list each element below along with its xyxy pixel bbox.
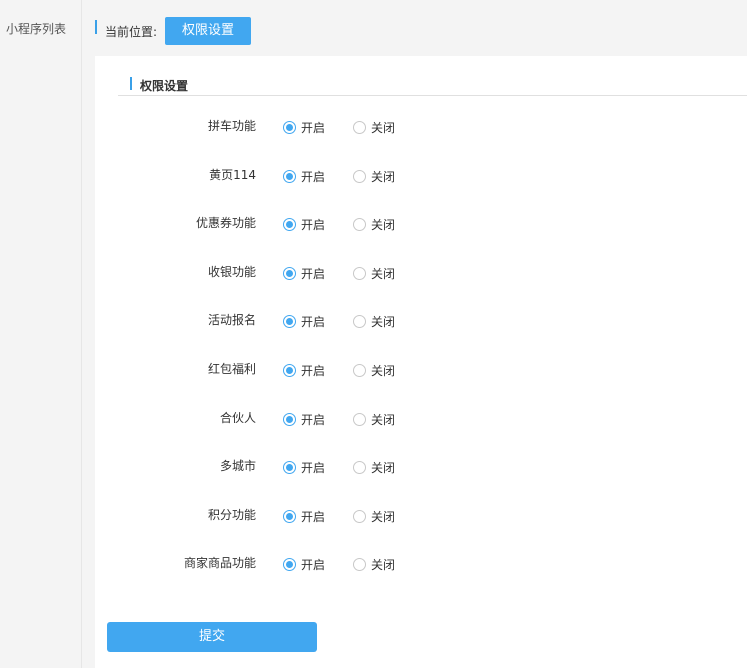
permission-row: 合伙人 开启 关闭 xyxy=(95,409,747,429)
radio-on-icon[interactable] xyxy=(283,218,296,231)
radio-on-label: 开启 xyxy=(301,170,326,184)
main-content: 当前位置: 权限设置 权限设置 拼车功能 开启 关闭 黄页114 开启 关闭 优惠券功能 开启… xyxy=(83,0,747,668)
radio-option-off[interactable]: 关闭 xyxy=(353,362,395,379)
radio-option-on[interactable]: 开启 xyxy=(283,168,325,185)
section-title: 权限设置 xyxy=(140,79,189,93)
radio-on-icon[interactable] xyxy=(283,510,296,523)
radio-on-icon[interactable] xyxy=(283,121,296,134)
radio-on-label: 开启 xyxy=(301,267,326,281)
submit-button[interactable]: 提交 xyxy=(107,622,317,652)
permission-label: 合伙人 xyxy=(219,411,256,425)
radio-on-label: 开启 xyxy=(301,121,326,135)
radio-on-icon[interactable] xyxy=(283,413,296,426)
radio-on-icon[interactable] xyxy=(283,558,296,571)
sidebar-item-mini-program-list[interactable]: 小程序列表 xyxy=(6,20,66,37)
radio-off-label: 关闭 xyxy=(371,364,396,378)
permission-row: 收银功能 开启 关闭 xyxy=(95,263,747,283)
radio-option-on[interactable]: 开启 xyxy=(283,556,325,573)
radio-off-icon[interactable] xyxy=(353,461,366,474)
radio-off-label: 关闭 xyxy=(371,558,396,572)
radio-option-off[interactable]: 关闭 xyxy=(353,168,395,185)
settings-panel: 权限设置 拼车功能 开启 关闭 黄页114 开启 关闭 优惠券功能 开启 关闭 收银功能 开启 关闭活… xyxy=(95,56,747,668)
permission-row: 拼车功能 开启 关闭 xyxy=(95,117,747,137)
radio-off-icon[interactable] xyxy=(353,267,366,280)
breadcrumb: 当前位置: 权限设置 xyxy=(95,17,252,45)
radio-option-on[interactable]: 开启 xyxy=(283,508,325,525)
radio-off-icon[interactable] xyxy=(353,413,366,426)
radio-off-label: 关闭 xyxy=(371,267,396,281)
radio-option-on[interactable]: 开启 xyxy=(283,411,325,428)
radio-off-label: 关闭 xyxy=(371,413,396,427)
breadcrumb-label: 当前位置: xyxy=(105,24,158,39)
permission-label: 黄页114 xyxy=(209,168,256,182)
radio-off-label: 关闭 xyxy=(371,218,396,232)
radio-option-on[interactable]: 开启 xyxy=(283,265,325,282)
radio-on-icon[interactable] xyxy=(283,461,296,474)
radio-option-off[interactable]: 关闭 xyxy=(353,119,395,136)
radio-off-label: 关闭 xyxy=(371,121,396,135)
radio-option-on[interactable]: 开启 xyxy=(283,119,325,136)
radio-off-icon[interactable] xyxy=(353,315,366,328)
radio-on-label: 开启 xyxy=(301,315,326,329)
permission-row: 商家商品功能 开启 关闭 xyxy=(95,554,747,574)
permission-row: 优惠券功能 开启 关闭 xyxy=(95,214,747,234)
radio-off-icon[interactable] xyxy=(353,218,366,231)
radio-on-icon[interactable] xyxy=(283,315,296,328)
permission-row: 积分功能 开启 关闭 xyxy=(95,506,747,526)
permission-row: 黄页114 开启 关闭 xyxy=(95,166,747,186)
radio-off-label: 关闭 xyxy=(371,510,396,524)
radio-option-on[interactable]: 开启 xyxy=(283,362,325,379)
radio-option-off[interactable]: 关闭 xyxy=(353,313,395,330)
radio-off-label: 关闭 xyxy=(371,461,396,475)
radio-off-icon[interactable] xyxy=(353,364,366,377)
permission-row: 活动报名 开启 关闭 xyxy=(95,311,747,331)
permission-row: 多城市 开启 关闭 xyxy=(95,457,747,477)
radio-option-on[interactable]: 开启 xyxy=(283,216,325,233)
radio-option-off[interactable]: 关闭 xyxy=(353,216,395,233)
radio-on-icon[interactable] xyxy=(283,267,296,280)
permission-label: 拼车功能 xyxy=(207,119,256,133)
section-header: 权限设置 xyxy=(118,76,747,96)
radio-on-label: 开启 xyxy=(301,558,326,572)
radio-off-label: 关闭 xyxy=(371,315,396,329)
breadcrumb-accent-bar xyxy=(95,20,97,34)
radio-option-off[interactable]: 关闭 xyxy=(353,459,395,476)
radio-off-icon[interactable] xyxy=(353,558,366,571)
sidebar: 小程序列表 xyxy=(0,0,82,668)
radio-on-icon[interactable] xyxy=(283,170,296,183)
radio-off-label: 关闭 xyxy=(371,170,396,184)
radio-on-label: 开启 xyxy=(301,413,326,427)
radio-on-label: 开启 xyxy=(301,218,326,232)
permission-label: 红包福利 xyxy=(207,362,256,376)
radio-on-label: 开启 xyxy=(301,364,326,378)
section-accent-bar xyxy=(130,77,132,90)
permission-label: 商家商品功能 xyxy=(183,556,256,570)
permission-label: 多城市 xyxy=(219,459,256,473)
permission-label: 积分功能 xyxy=(207,508,256,522)
permission-label: 活动报名 xyxy=(207,313,256,327)
radio-off-icon[interactable] xyxy=(353,170,366,183)
breadcrumb-current-button[interactable]: 权限设置 xyxy=(165,17,252,45)
permission-label: 收银功能 xyxy=(207,265,256,279)
radio-on-label: 开启 xyxy=(301,461,326,475)
radio-option-on[interactable]: 开启 xyxy=(283,459,325,476)
radio-on-icon[interactable] xyxy=(283,364,296,377)
radio-option-off[interactable]: 关闭 xyxy=(353,508,395,525)
permission-row: 红包福利 开启 关闭 xyxy=(95,360,747,380)
radio-option-off[interactable]: 关闭 xyxy=(353,411,395,428)
radio-off-icon[interactable] xyxy=(353,510,366,523)
permission-label: 优惠券功能 xyxy=(195,216,256,230)
radio-option-on[interactable]: 开启 xyxy=(283,313,325,330)
radio-on-label: 开启 xyxy=(301,510,326,524)
radio-off-icon[interactable] xyxy=(353,121,366,134)
radio-option-off[interactable]: 关闭 xyxy=(353,556,395,573)
radio-option-off[interactable]: 关闭 xyxy=(353,265,395,282)
